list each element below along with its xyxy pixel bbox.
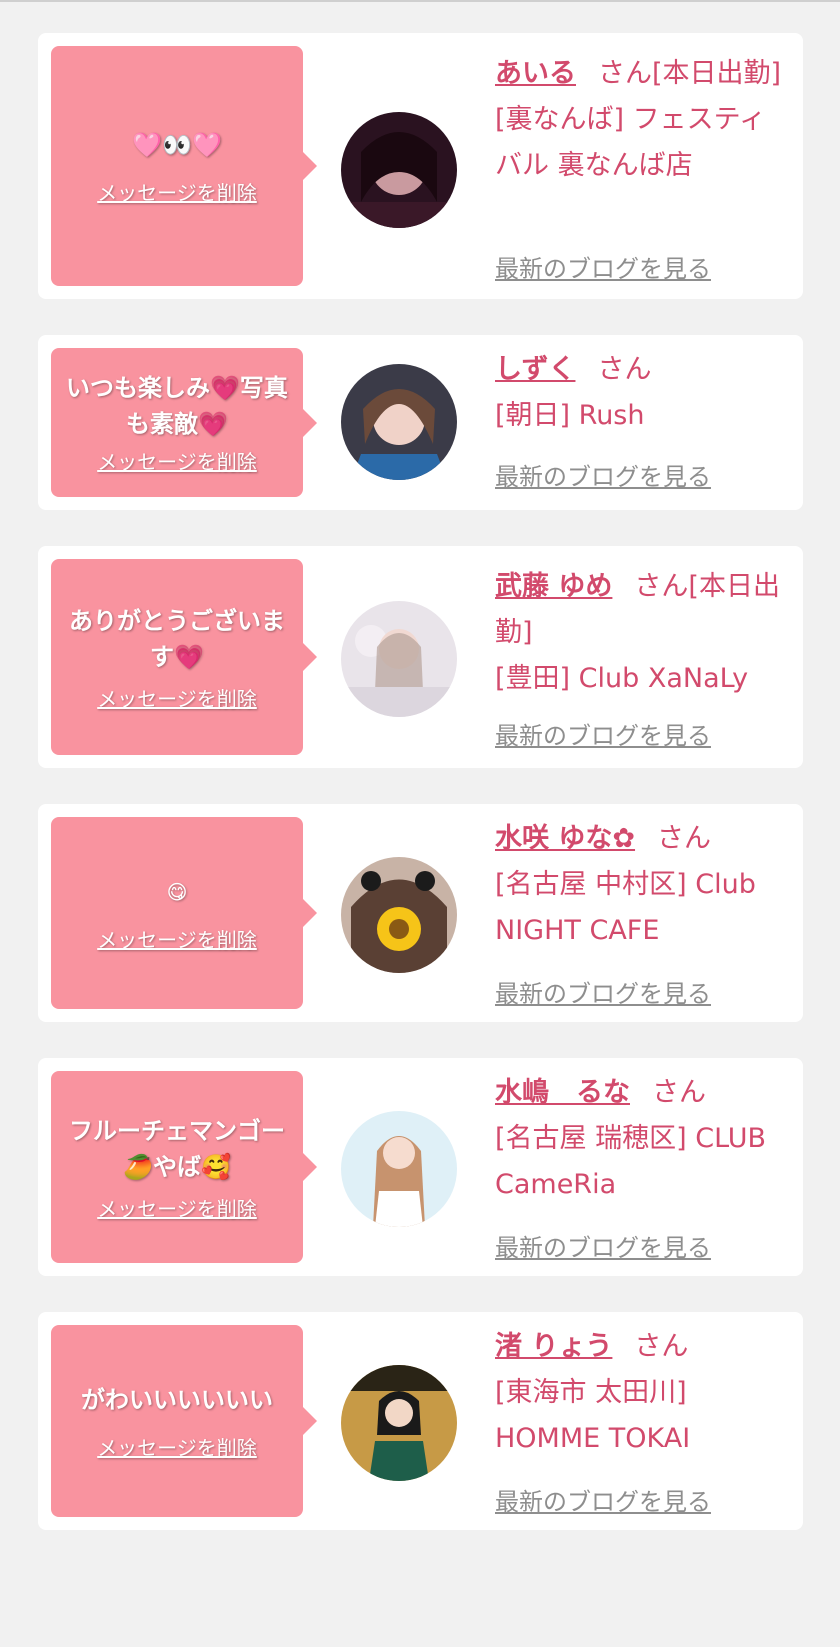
latest-blog-link[interactable]: 最新のブログを見る — [495, 1482, 711, 1517]
avatar-photo — [341, 857, 457, 973]
message-text: 😋 — [166, 879, 188, 904]
honorific: さん — [597, 354, 652, 385]
honorific: さん — [598, 58, 652, 89]
delete-message-link[interactable]: メッセージを削除 — [97, 1432, 257, 1461]
avatar-photo — [341, 1111, 457, 1227]
message-card: フルーチェマンゴー🥭やば🥰 メッセージを削除 水嶋 るな さん [名古屋 瑞穂区]… — [38, 1058, 803, 1276]
cast-name-link[interactable]: 水嶋 るな — [495, 1077, 630, 1108]
message-text: ありがとうございます💗 — [69, 606, 285, 671]
shop-name: [東海市 太田川] HOMME TOKAI — [495, 1377, 691, 1454]
name-line: 渚 りょう さん — [495, 1324, 785, 1370]
latest-blog-link[interactable]: 最新のブログを見る — [495, 249, 711, 284]
shop-name: [裏なんば] フェスティバル 裏なんば店 — [495, 104, 767, 181]
message-text: フルーチェマンゴー🥭やば🥰 — [69, 1116, 285, 1181]
avatar-photo — [341, 1365, 457, 1481]
name-line: 水咲 ゆな✿ さん — [495, 816, 785, 862]
message-bubble: ありがとうございます💗 メッセージを削除 — [51, 559, 317, 755]
delete-message-link[interactable]: メッセージを削除 — [97, 1193, 257, 1222]
honorific: さん — [634, 571, 689, 602]
avatar[interactable] — [341, 1365, 457, 1481]
message-text: がわいいいいいい — [81, 1385, 273, 1414]
avatar[interactable] — [341, 364, 457, 480]
cast-info: 水咲 ゆな✿ さん [名古屋 中村区] Club NIGHT CAFE 最新のブロ… — [495, 816, 785, 1016]
avatar[interactable] — [341, 601, 457, 717]
name-line: 水嶋 るな さん — [495, 1070, 785, 1116]
cast-info: 渚 りょう さん [東海市 太田川] HOMME TOKAI 最新のブログを見る — [495, 1324, 785, 1524]
cast-info: 武藤 ゆめ さん[本日出勤] [豊田] Club XaNaLy 最新のブログを見る — [495, 564, 785, 764]
message-card: いつも楽しみ💗写真も素敵💗 メッセージを削除 しずく さん [朝日] Rush 最… — [38, 335, 803, 510]
latest-blog-link[interactable]: 最新のブログを見る — [495, 974, 711, 1009]
honorific: さん — [657, 823, 712, 854]
shop-name: [名古屋 中村区] Club NIGHT CAFE — [495, 869, 756, 946]
cast-name-link[interactable]: 渚 りょう — [495, 1331, 612, 1362]
top-divider — [0, 0, 840, 2]
avatar-photo — [341, 364, 457, 480]
message-bubble: フルーチェマンゴー🥭やば🥰 メッセージを削除 — [51, 1071, 317, 1263]
shop-name: [名古屋 瑞穂区] CLUB CameRia — [495, 1123, 767, 1200]
message-text: 🩷👀🩷 — [132, 130, 222, 159]
cast-info: あいる さん[本日出勤] [裏なんば] フェスティバル 裏なんば店 最新のブログを… — [495, 51, 785, 291]
latest-blog-link[interactable]: 最新のブログを見る — [495, 457, 711, 492]
delete-message-link[interactable]: メッセージを削除 — [97, 683, 257, 712]
cast-info: しずく さん [朝日] Rush 最新のブログを見る — [495, 347, 785, 502]
avatar-photo — [341, 112, 457, 228]
name-line: あいる さん[本日出勤] — [495, 51, 785, 97]
cast-name-link[interactable]: しずく — [495, 354, 575, 385]
message-card: ありがとうございます💗 メッセージを削除 武藤 ゆめ さん[本日出勤] [豊田] … — [38, 546, 803, 768]
status-text: [本日出勤] — [652, 58, 782, 89]
shop-name: [豊田] Club XaNaLy — [495, 663, 749, 694]
message-card: がわいいいいいい メッセージを削除 渚 りょう さん [東海市 太田川] HOMM… — [38, 1312, 803, 1530]
message-text: いつも楽しみ💗写真も素敵💗 — [66, 374, 288, 438]
latest-blog-link[interactable]: 最新のブログを見る — [495, 1228, 711, 1263]
honorific: さん — [652, 1077, 706, 1108]
message-card: 😋 メッセージを削除 水咲 ゆな✿ さん [名古屋 中村区] Club NIGHT… — [38, 804, 803, 1022]
latest-blog-link[interactable]: 最新のブログを見る — [495, 716, 711, 751]
message-bubble: 🩷👀🩷 メッセージを削除 — [51, 46, 317, 286]
cast-info: 水嶋 るな さん [名古屋 瑞穂区] CLUB CameRia 最新のブログを見る — [495, 1070, 785, 1270]
avatar-photo — [341, 601, 457, 717]
delete-message-link[interactable]: メッセージを削除 — [97, 924, 257, 953]
cast-name-link[interactable]: あいる — [495, 58, 576, 89]
avatar[interactable] — [341, 112, 457, 228]
message-bubble: いつも楽しみ💗写真も素敵💗 メッセージを削除 — [51, 348, 317, 497]
message-card: 🩷👀🩷 メッセージを削除 あいる さん[本日出勤] [裏なんば] フェスティバル … — [38, 33, 803, 299]
message-bubble: 😋 メッセージを削除 — [51, 817, 317, 1009]
delete-message-link[interactable]: メッセージを削除 — [97, 177, 257, 206]
message-bubble: がわいいいいいい メッセージを削除 — [51, 1325, 317, 1517]
name-line: しずく さん — [495, 347, 785, 393]
shop-name: [朝日] Rush — [495, 400, 645, 431]
avatar[interactable] — [341, 857, 457, 973]
cast-name-link[interactable]: 武藤 ゆめ — [495, 571, 612, 602]
avatar[interactable] — [341, 1111, 457, 1227]
name-line: 武藤 ゆめ さん[本日出勤] — [495, 564, 785, 656]
cast-name-link[interactable]: 水咲 ゆな✿ — [495, 823, 635, 854]
delete-message-link[interactable]: メッセージを削除 — [97, 446, 257, 475]
honorific: さん — [634, 1331, 689, 1362]
